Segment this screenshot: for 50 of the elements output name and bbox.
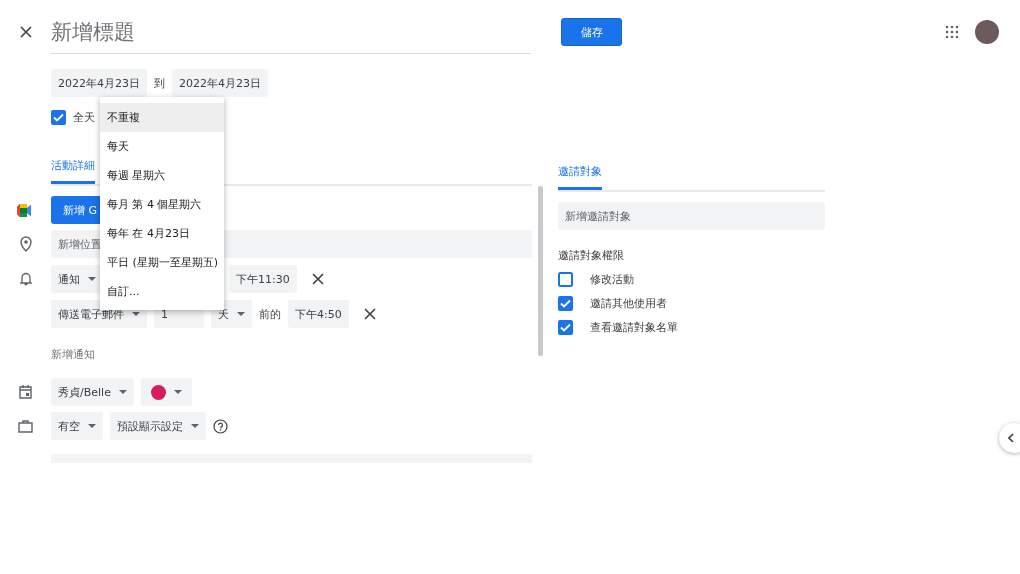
title-field[interactable]: 新增標題 [51, 10, 531, 54]
close-icon[interactable] [19, 26, 32, 38]
relation-label: 前的 [259, 306, 281, 322]
permissions-heading: 邀請對象權限 [558, 248, 624, 263]
help-icon[interactable] [213, 418, 228, 434]
chevron-left-icon [1008, 433, 1014, 443]
briefcase-icon [18, 419, 33, 433]
all-day-label: 全天 [73, 110, 95, 125]
visibility-dropdown[interactable]: 預設顯示設定 [110, 412, 206, 440]
menu-item[interactable]: 每天 [100, 132, 224, 161]
scrollbar[interactable] [538, 186, 543, 356]
caret-icon [88, 277, 96, 281]
guests-tab[interactable]: 邀請對象 [558, 164, 602, 190]
separator-label: 到 [154, 75, 165, 91]
checkbox[interactable] [558, 320, 573, 335]
calendar-icon [19, 385, 32, 399]
checkbox[interactable] [558, 296, 573, 311]
add-notification-link[interactable]: 新增通知 [51, 348, 95, 361]
caret-icon [118, 390, 127, 394]
permission-label: 邀請其他使用者 [590, 296, 667, 311]
permission-label: 查看邀請對象名單 [590, 320, 678, 335]
permission-label: 修改活動 [590, 272, 634, 287]
time-field[interactable]: 下午4:50 [288, 300, 349, 328]
menu-item[interactable]: 不重複 [100, 103, 224, 132]
collapse-button[interactable] [999, 423, 1020, 453]
details-tab[interactable]: 活動詳細 [51, 158, 95, 184]
close-icon[interactable] [363, 308, 376, 320]
apps-grid-icon[interactable] [946, 26, 958, 38]
location-pin-icon [19, 236, 32, 252]
guest-field[interactable]: 新增邀請對象 [558, 202, 825, 230]
avatar[interactable] [975, 20, 999, 44]
time-field[interactable]: 下午11:30 [229, 265, 297, 293]
end-date-field[interactable]: 2022年4月23日 [172, 69, 268, 97]
menu-item[interactable]: 每週 星期六 [100, 161, 224, 190]
caret-icon [237, 312, 245, 316]
calendar-dropdown[interactable]: 秀貞/Belle [51, 378, 134, 406]
caret-icon [88, 424, 96, 428]
color-dropdown[interactable] [140, 378, 192, 406]
close-icon[interactable] [311, 273, 324, 285]
caret-icon [191, 424, 199, 428]
bell-icon [19, 272, 32, 286]
checkbox[interactable] [558, 272, 573, 287]
checkbox[interactable] [51, 110, 66, 125]
save-button[interactable]: 儲存 [561, 18, 622, 46]
start-date-field[interactable]: 2022年4月23日 [51, 69, 147, 97]
caret-icon [173, 390, 182, 394]
method-dropdown[interactable]: 通知 [51, 265, 103, 293]
availability-dropdown[interactable]: 有空 [51, 412, 103, 440]
video-camera-icon [17, 203, 34, 217]
caret-icon [132, 312, 140, 316]
